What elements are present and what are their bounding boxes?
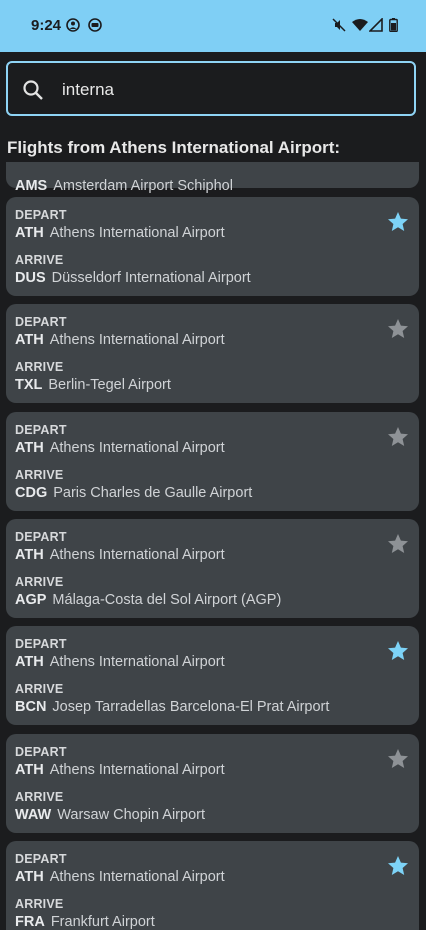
arrive-name: Berlin-Tegel Airport: [48, 377, 171, 394]
page-title: Flights from Athens International Airpor…: [7, 138, 341, 157]
depart-label: DEPART: [15, 851, 67, 866]
arrive-name: Warsaw Chopin Airport: [57, 806, 205, 823]
depart-row: ATH Athens International Airport: [15, 332, 225, 348]
favorite-star-icon[interactable]: [386, 532, 410, 556]
depart-label: DEPART: [15, 637, 67, 652]
depart-name: Athens International Airport: [49, 332, 225, 349]
depart-code: ATH: [15, 439, 44, 456]
flight-card[interactable]: DEPART ATH Athens International Airport ARR…: [6, 411, 419, 511]
android-icon: [88, 18, 102, 32]
favorite-star-icon[interactable]: [386, 854, 410, 878]
depart-row: ATH Athens International Airport: [15, 547, 225, 563]
arrive-label: ARRIVE: [15, 574, 64, 589]
status-bar: 9:24: [0, 0, 426, 52]
search-input[interactable]: [60, 76, 394, 104]
arrive-name: Josep Tarradellas Barcelona-El Prat Airp…: [52, 699, 330, 716]
flight-card[interactable]: DEPART ATH Athens International Airport ARR…: [6, 840, 419, 930]
status-time: 9:24: [31, 17, 62, 34]
mute-icon: [332, 18, 346, 32]
flight-card-partial[interactable]: AMS Amsterdam Airport Schiphol: [6, 162, 419, 194]
depart-label: DEPART: [15, 744, 67, 759]
arrive-code: AGP: [15, 591, 47, 608]
depart-code: ATH: [15, 654, 44, 671]
depart-name: Athens International Airport: [49, 868, 225, 885]
arrive-name: Amsterdam Airport Schiphol: [53, 178, 233, 194]
arrive-name: Paris Charles de Gaulle Airport: [53, 484, 253, 501]
arrive-name: Düsseldorf International Airport: [51, 270, 251, 286]
arrive-name: Frankfurt Airport: [50, 913, 155, 930]
depart-name: Athens International Airport: [49, 761, 225, 778]
depart-label: DEPART: [15, 315, 67, 330]
depart-label: DEPART: [15, 529, 67, 544]
flight-card[interactable]: DEPART ATH Athens International Airport ARR…: [6, 197, 419, 296]
arrive-code: CDG: [15, 484, 48, 501]
depart-code: ATH: [15, 868, 44, 885]
arrive-row: WAW Warsaw Chopin Airport: [15, 807, 205, 823]
arrive-label: ARRIVE: [15, 253, 64, 267]
favorite-star-icon[interactable]: [386, 747, 410, 771]
arrive-row: AGP Málaga-Costa del Sol Airport (AGP): [15, 592, 281, 608]
depart-row: ATH Athens International Airport: [15, 654, 225, 670]
depart-code: ATH: [15, 332, 44, 349]
flight-card[interactable]: DEPART ATH Athens International Airport ARR…: [6, 626, 419, 726]
arrive-row: BCN Josep Tarradellas Barcelona-El Prat A…: [15, 699, 329, 715]
arrive-label: ARRIVE: [15, 360, 64, 375]
favorite-star-icon[interactable]: [386, 317, 410, 341]
arrive-code: FRA: [15, 913, 45, 930]
arrive-label: ARRIVE: [15, 896, 64, 911]
favorite-star-icon[interactable]: [386, 425, 410, 449]
arrive-code: DUS: [15, 270, 46, 286]
account-circle-icon: [66, 18, 80, 32]
arrive-label: ARRIVE: [15, 467, 64, 482]
depart-code: ATH: [15, 546, 44, 563]
flight-card[interactable]: DEPART ATH Athens International Airport ARR…: [6, 518, 419, 618]
arrive-label: ARRIVE: [15, 789, 64, 804]
arrive-row: TXL Berlin-Tegel Airport: [15, 377, 171, 393]
depart-row: ATH Athens International Airport: [15, 869, 225, 885]
arrive-code: AMS: [15, 178, 48, 194]
arrive-row: FRA Frankfurt Airport: [15, 914, 155, 930]
favorite-star-icon[interactable]: [386, 210, 410, 234]
depart-name: Athens International Airport: [49, 546, 225, 563]
arrive-code: WAW: [15, 806, 52, 823]
depart-row: ATH Athens International Airport: [15, 762, 225, 778]
flight-card[interactable]: DEPART ATH Athens International Airport ARR…: [6, 304, 419, 404]
depart-name: Athens International Airport: [49, 439, 225, 456]
wifi-icon: [352, 19, 368, 31]
arrive-code: BCN: [15, 699, 47, 716]
arrive-name: Málaga-Costa del Sol Airport (AGP): [52, 591, 282, 608]
depart-row: ATH Athens International Airport: [15, 440, 225, 456]
arrive-row: DUS Düsseldorf International Airport: [15, 270, 251, 286]
depart-name: Athens International Airport: [49, 225, 225, 241]
depart-row: ATH Athens International Airport: [15, 225, 225, 241]
arrive-label: ARRIVE: [15, 682, 64, 697]
depart-label: DEPART: [15, 422, 67, 437]
flight-list[interactable]: AMS Amsterdam Airport Schiphol DEPART ATH A…: [6, 162, 420, 930]
depart-code: ATH: [15, 761, 44, 778]
arrive-row: CDG Paris Charles de Gaulle Airport: [15, 485, 252, 501]
depart-code: ATH: [15, 225, 44, 241]
battery-icon: [389, 18, 398, 32]
depart-label: DEPART: [15, 208, 67, 222]
arrive-code: TXL: [15, 377, 43, 394]
signal-icon: [369, 18, 383, 32]
partial-arrive-row: AMS Amsterdam Airport Schiphol: [15, 178, 233, 194]
favorite-star-icon[interactable]: [386, 639, 410, 663]
search-icon: [23, 80, 43, 100]
depart-name: Athens International Airport: [49, 654, 225, 671]
flight-card[interactable]: DEPART ATH Athens International Airport ARR…: [6, 733, 419, 833]
search-box[interactable]: [6, 61, 416, 116]
